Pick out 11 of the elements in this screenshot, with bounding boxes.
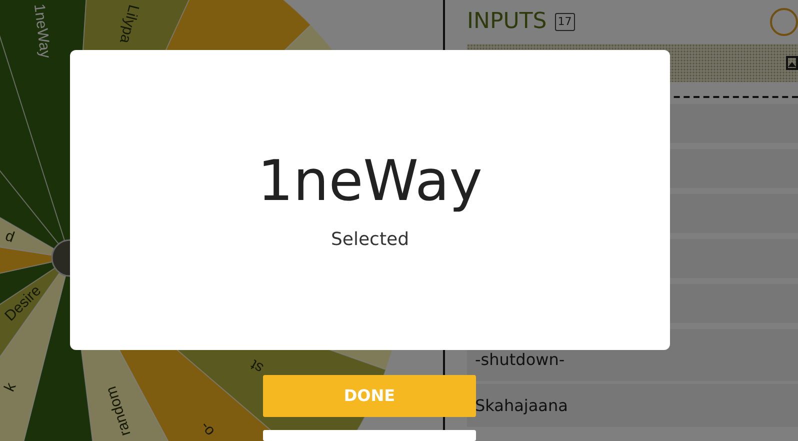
- count-badge: 17: [554, 13, 575, 31]
- wheel-label: d: [3, 227, 17, 246]
- wheel-label: 1neWay: [30, 2, 54, 60]
- wheel-label: st: [248, 356, 266, 377]
- winner-name: 1neWay: [258, 154, 482, 210]
- wheel-label: Lilypa: [116, 2, 142, 46]
- wheel-label: o-: [196, 418, 218, 440]
- panel-title: INPUTS: [467, 11, 547, 33]
- result-caption: Selected: [330, 228, 410, 252]
- wheel-label: k: [1, 380, 20, 394]
- wheel-label: random: [102, 384, 134, 438]
